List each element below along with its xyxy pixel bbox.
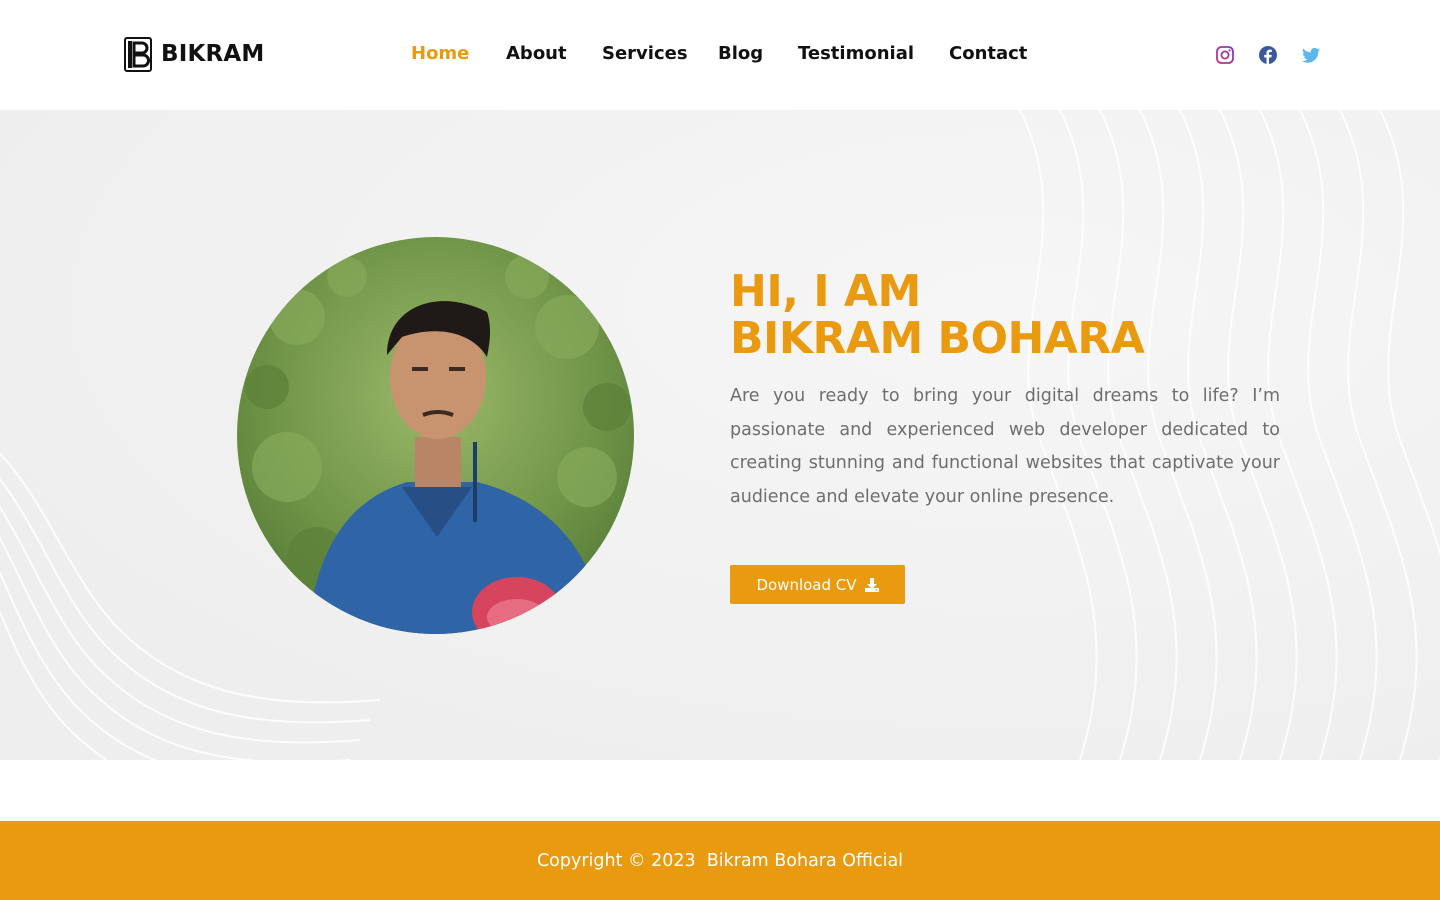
nav-blog[interactable]: Blog [718, 42, 763, 66]
download-icon [864, 577, 879, 592]
site-header: BIKRAM Home About Services Blog Testimon… [0, 0, 1440, 110]
site-footer: Copyright © 2023 Bikram Bohara Official [0, 821, 1440, 900]
download-cv-button[interactable]: Download CV [730, 565, 905, 604]
hero-heading-line-2: BIKRAM BOHARA [730, 313, 1145, 364]
twitter-icon[interactable] [1301, 45, 1321, 65]
copyright-text: Copyright © 2023 Bikram Bohara Official [536, 850, 904, 871]
hero-description: Are you ready to bring your digital drea… [730, 386, 1280, 507]
nav-testimonial[interactable]: Testimonial [798, 42, 914, 66]
profile-photo [237, 237, 634, 634]
logo-b-icon [124, 37, 152, 72]
nav-about[interactable]: About [506, 42, 567, 66]
facebook-icon[interactable] [1258, 45, 1278, 65]
hero-heading: HI, I AM BIKRAM BOHARA [730, 266, 1145, 364]
nav-contact[interactable]: Contact [949, 42, 1027, 66]
hero-section: HI, I AM BIKRAM BOHARA Are you ready to … [0, 110, 1440, 760]
hero-heading-line-1: HI, I AM [730, 266, 921, 317]
instagram-icon[interactable] [1215, 45, 1235, 65]
brand-name: BIKRAM [161, 41, 265, 67]
nav-services[interactable]: Services [602, 42, 688, 66]
nav-home[interactable]: Home [411, 42, 469, 66]
brand-logo[interactable]: BIKRAM [124, 37, 265, 72]
download-cv-label: Download CV [756, 575, 857, 594]
